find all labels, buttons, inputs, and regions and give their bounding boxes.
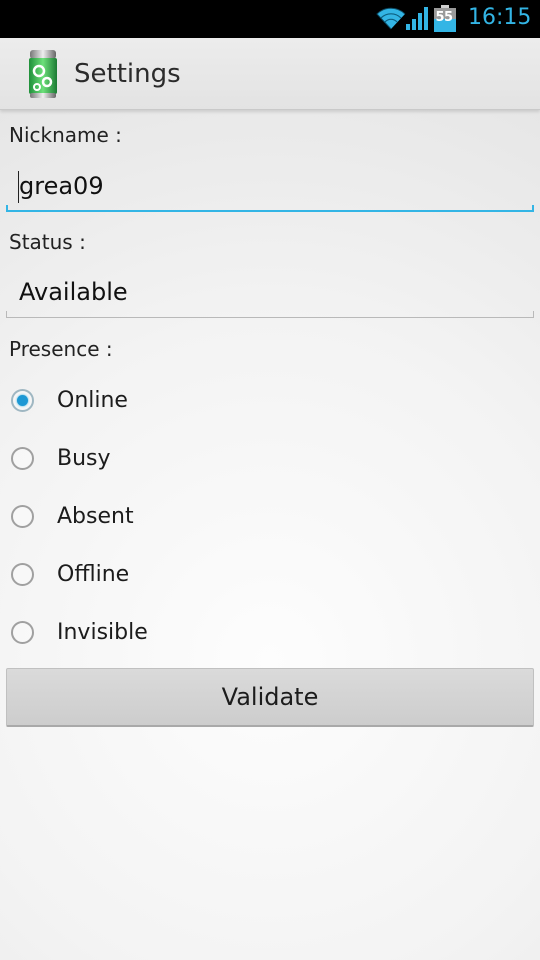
- validate-button[interactable]: Validate: [6, 668, 534, 727]
- nickname-value: grea09: [19, 172, 104, 200]
- wifi-icon: [376, 7, 406, 30]
- radio-dot: [17, 395, 28, 406]
- page-title: Settings: [74, 59, 181, 89]
- radio-label-online: Online: [57, 388, 128, 413]
- status-input[interactable]: Available: [6, 272, 534, 318]
- nickname-underline-left-tick: [6, 205, 8, 212]
- radio-button-checked[interactable]: [11, 389, 34, 412]
- radio-busy[interactable]: Busy: [0, 431, 540, 489]
- radio-button[interactable]: [11, 563, 34, 586]
- radio-button[interactable]: [11, 621, 34, 644]
- action-bar: Settings: [0, 38, 540, 110]
- radio-label-busy: Busy: [57, 446, 111, 471]
- status-underline: [6, 317, 534, 318]
- radio-button[interactable]: [11, 505, 34, 528]
- signal-icon: [406, 7, 428, 30]
- radio-offline[interactable]: Offline: [0, 547, 540, 605]
- status-clock: 16:15: [468, 5, 532, 30]
- nickname-underline-right-tick: [532, 205, 534, 212]
- status-label: Status :: [9, 230, 86, 254]
- status-value: Available: [19, 278, 128, 306]
- radio-label-absent: Absent: [57, 504, 134, 529]
- nickname-label: Nickname :: [9, 123, 122, 147]
- presence-label: Presence :: [9, 337, 113, 361]
- radio-invisible[interactable]: Invisible: [0, 605, 540, 663]
- nickname-input[interactable]: grea09: [6, 166, 534, 212]
- radio-absent[interactable]: Absent: [0, 489, 540, 547]
- status-bar: 55 16:15: [0, 0, 540, 38]
- radio-label-offline: Offline: [57, 562, 130, 587]
- radio-online[interactable]: Online: [0, 373, 540, 431]
- app-battery-icon[interactable]: [27, 49, 59, 99]
- radio-label-invisible: Invisible: [57, 620, 148, 645]
- status-underline-left-tick: [6, 311, 7, 318]
- nickname-underline: [6, 210, 534, 212]
- battery-level-text: 55: [435, 10, 453, 25]
- radio-button[interactable]: [11, 447, 34, 470]
- status-underline-right-tick: [533, 311, 534, 318]
